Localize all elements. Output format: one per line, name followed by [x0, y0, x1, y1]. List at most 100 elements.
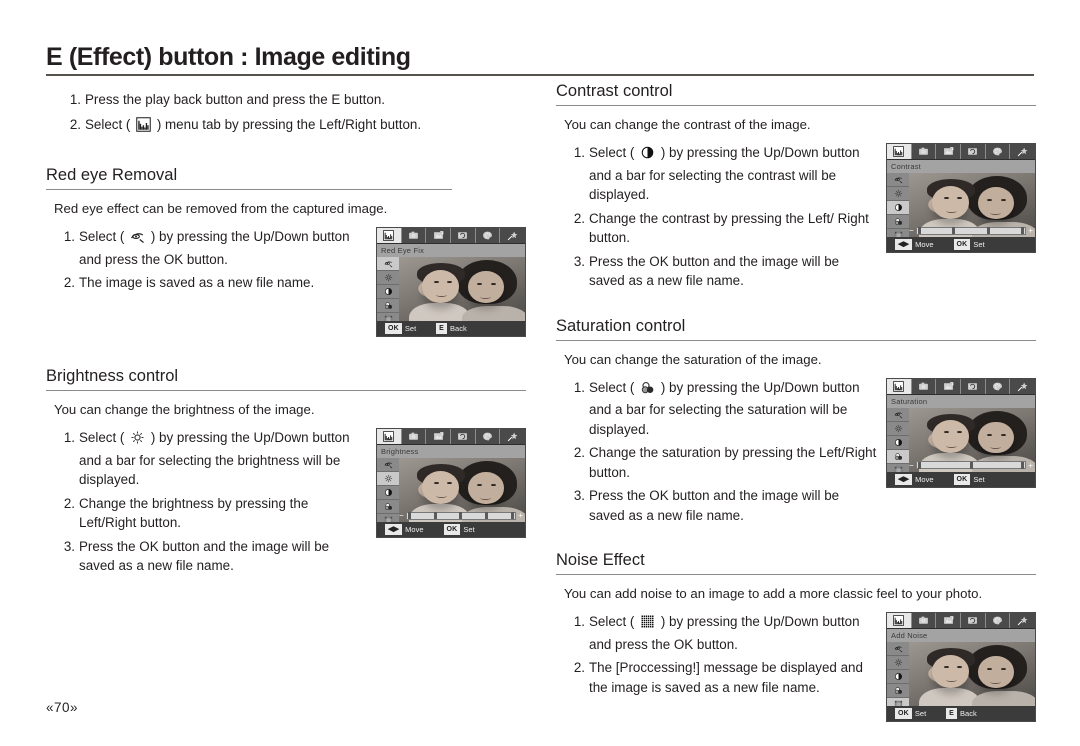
manual-page: E (Effect) button : Image editing 1. Pres…: [0, 0, 1080, 746]
lcd-side-item-saturation-icon[interactable]: [887, 684, 909, 698]
lcd-command-set[interactable]: OK Set: [953, 473, 991, 485]
lcd-side-item-contrast-icon[interactable]: [377, 285, 399, 299]
lcd-tab-camera-tab-icon[interactable]: [912, 144, 937, 159]
lcd-tab-effect-star-tab-icon[interactable]: [1010, 613, 1035, 628]
slider-knob[interactable]: [952, 227, 956, 234]
lcd-tab-effect-star-tab-icon[interactable]: [500, 228, 525, 243]
slider-track[interactable]: [915, 226, 1027, 235]
lcd-tab-effect-star-tab-icon[interactable]: [1010, 144, 1035, 159]
slider-knob[interactable]: [459, 512, 463, 519]
lcd-command-back[interactable]: E Back: [946, 708, 983, 719]
lcd-command-back[interactable]: E Back: [436, 323, 473, 334]
lcd-tab-effect-star-tab-icon[interactable]: [1010, 379, 1035, 394]
list-item: 2. Change the saturation by pressing the …: [566, 443, 878, 482]
lcd-tab-rotate-tab-icon[interactable]: [451, 429, 476, 444]
lcd-side-item-sun-brightness-icon[interactable]: [887, 421, 909, 436]
lcd-side-item-contrast-icon[interactable]: [377, 486, 399, 500]
lcd-tab-histogram-tab-icon[interactable]: [377, 429, 402, 444]
slider-knob[interactable]: [407, 512, 411, 519]
slider-knob[interactable]: [511, 512, 515, 519]
lcd-tab-palette-tab-icon[interactable]: [476, 429, 501, 444]
lcd-side-item-red-eye-icon[interactable]: [377, 257, 399, 271]
section-heading: Noise Effect: [556, 551, 645, 569]
lcd-tab-palette-tab-icon[interactable]: [476, 228, 501, 243]
lcd-tab-effect-star-tab-icon[interactable]: [500, 429, 525, 444]
lcd-tab-resize-tab-icon[interactable]: [426, 228, 452, 243]
lcd-side-item-sun-brightness-icon[interactable]: [887, 656, 909, 670]
step-text: Change the contrast by pressing the Left…: [589, 210, 869, 246]
slider-plus-icon: +: [1028, 226, 1033, 235]
lcd-command-key: ◀▶: [895, 473, 913, 485]
lcd-tab-resize-tab-icon[interactable]: [936, 144, 962, 159]
lcd-tab-histogram-tab-icon[interactable]: [377, 228, 402, 243]
lcd-tab-resize-tab-icon[interactable]: [936, 613, 962, 628]
lcd-command-set[interactable]: OK Set: [953, 239, 991, 250]
slider-knob[interactable]: [1021, 461, 1025, 469]
lcd-side-item-saturation-icon[interactable]: [887, 215, 909, 229]
slider-track[interactable]: [405, 511, 517, 520]
lcd-command-key: OK: [953, 239, 971, 250]
lcd-preview-contrast: Contrast − + ◀▶ Move OK Set: [886, 143, 1036, 253]
lcd-command-move[interactable]: ◀▶ Move: [895, 239, 940, 250]
slider-plus-icon: +: [518, 511, 523, 520]
lcd-side-item-red-eye-icon[interactable]: [377, 458, 399, 472]
lcd-tab-camera-tab-icon[interactable]: [402, 228, 427, 243]
lcd-side-item-red-eye-icon[interactable]: [887, 642, 909, 656]
lcd-tab-histogram-tab-icon[interactable]: [887, 378, 912, 394]
lcd-tab-camera-tab-icon[interactable]: [912, 613, 937, 628]
lcd-tab-resize-tab-icon[interactable]: [936, 378, 962, 394]
red-eye-icon: [130, 229, 145, 250]
slider-knob[interactable]: [917, 461, 921, 469]
slider-knob[interactable]: [485, 512, 489, 519]
list-item: 2. Select ( ) menu tab by pressing the Le…: [46, 115, 526, 138]
lcd-tab-palette-tab-icon[interactable]: [986, 613, 1011, 628]
lcd-side-item-saturation-icon[interactable]: [887, 449, 909, 464]
lcd-command-set[interactable]: OK Set: [895, 708, 932, 719]
section-saturation-control: Saturation control You can change the sa…: [556, 315, 1036, 530]
lcd-command-bar: ◀▶ Move OK Set: [377, 522, 525, 537]
section-divider: [556, 105, 1036, 106]
slider-knob[interactable]: [986, 227, 990, 234]
lcd-tab-palette-tab-icon[interactable]: [986, 378, 1011, 394]
lcd-side-item-contrast-icon[interactable]: [887, 670, 909, 684]
lcd-command-move[interactable]: ◀▶ Move: [385, 524, 430, 535]
lcd-screen-title: Contrast: [887, 160, 1035, 174]
lcd-command-set[interactable]: OK Set: [443, 524, 481, 535]
lcd-command-key: E: [946, 708, 958, 719]
lcd-side-item-sun-brightness-icon[interactable]: [377, 271, 399, 285]
section-divider: [556, 574, 1036, 575]
lcd-side-item-red-eye-icon[interactable]: [887, 407, 909, 422]
lcd-tab-rotate-tab-icon[interactable]: [961, 144, 986, 159]
lcd-side-item-red-eye-icon[interactable]: [887, 173, 909, 187]
slider-knob[interactable]: [969, 461, 973, 469]
lcd-side-item-contrast-icon[interactable]: [887, 201, 909, 215]
list-item: 2. The image is saved as a new file name.: [56, 273, 368, 293]
lcd-value-slider[interactable]: − +: [909, 226, 1033, 235]
step-number: 3.: [573, 253, 585, 269]
lcd-tab-rotate-tab-icon[interactable]: [961, 613, 986, 628]
lcd-tab-resize-tab-icon[interactable]: [426, 429, 452, 444]
lcd-side-item-sun-brightness-icon[interactable]: [377, 472, 399, 486]
slider-knob[interactable]: [433, 512, 437, 519]
lcd-tab-camera-tab-icon[interactable]: [912, 378, 937, 394]
lcd-value-slider[interactable]: − +: [909, 461, 1033, 470]
lcd-side-item-sun-brightness-icon[interactable]: [887, 187, 909, 201]
lcd-tab-rotate-tab-icon[interactable]: [451, 228, 476, 243]
lcd-side-item-saturation-icon[interactable]: [377, 299, 399, 313]
lcd-command-move[interactable]: ◀▶ Move: [895, 473, 940, 485]
section-heading: Red eye Removal: [46, 166, 178, 184]
lcd-tab-rotate-tab-icon[interactable]: [961, 378, 986, 394]
lcd-tab-histogram-tab-icon[interactable]: [887, 613, 912, 628]
lcd-side-item-saturation-icon[interactable]: [377, 500, 399, 514]
lcd-screen-title: Saturation: [887, 394, 1035, 409]
lcd-tab-camera-tab-icon[interactable]: [402, 429, 427, 444]
slider-track[interactable]: [915, 461, 1027, 469]
lcd-command-set[interactable]: OK Set: [385, 323, 422, 334]
lcd-side-item-contrast-icon[interactable]: [887, 435, 909, 450]
lcd-value-slider[interactable]: − +: [399, 511, 523, 520]
slider-knob[interactable]: [1021, 227, 1025, 234]
lcd-preview-red-eye: Red Eye Fix OK Set E Back: [376, 227, 526, 337]
lcd-tab-histogram-tab-icon[interactable]: [887, 144, 912, 159]
lcd-tab-palette-tab-icon[interactable]: [986, 144, 1011, 159]
slider-knob[interactable]: [917, 227, 921, 234]
